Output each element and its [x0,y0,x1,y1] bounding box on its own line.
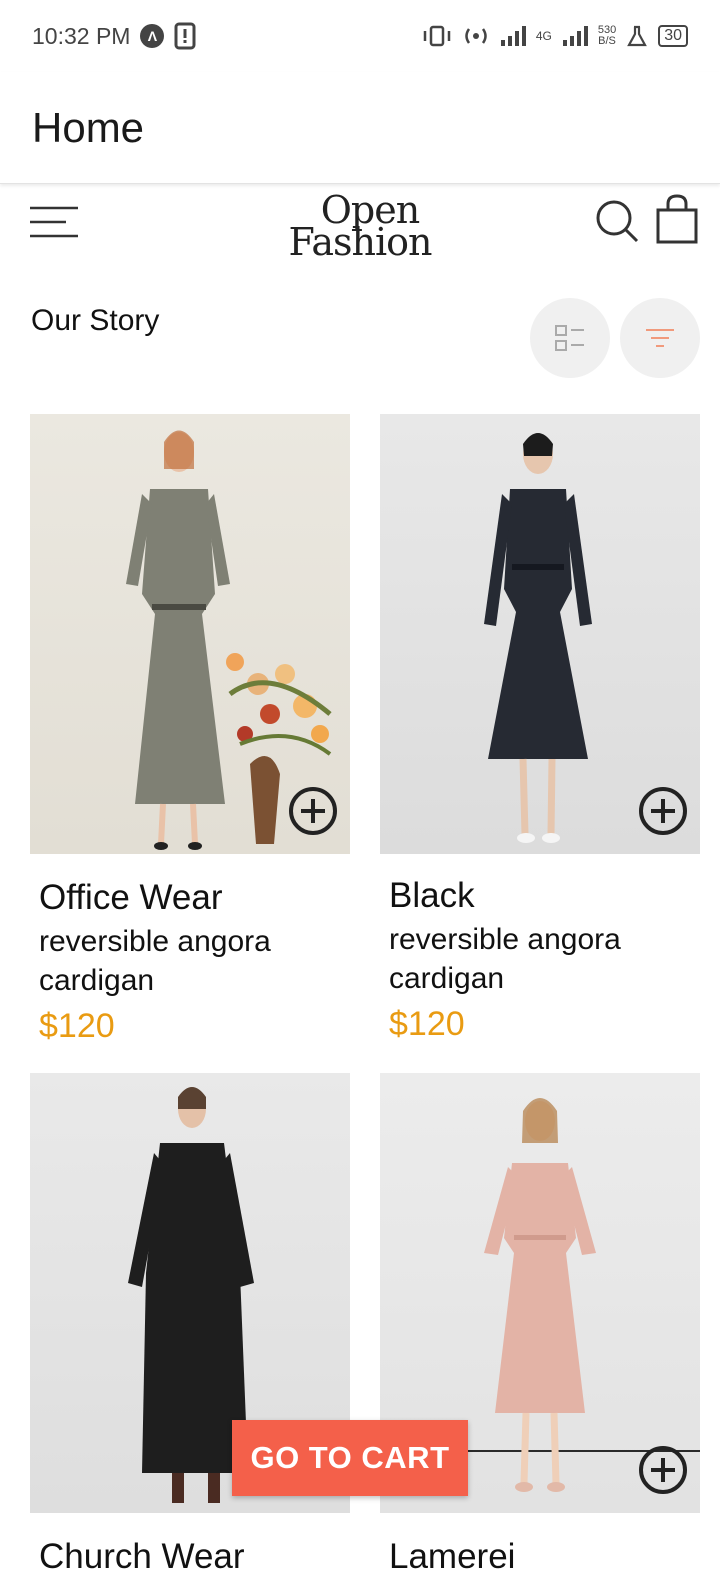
add-to-cart-icon[interactable] [638,786,688,836]
add-to-cart-icon[interactable] [288,786,338,836]
store-header: Open Fashion [0,186,720,276]
network-type: 4G [535,29,552,43]
signal-icon-2 [562,26,588,46]
product-card[interactable]: Black reversible angora cardigan $120 [380,414,700,1044]
status-right: 4G 530 B/S 30 [422,25,688,47]
product-name: Church Wear [39,1537,245,1576]
section-title: Our Story [31,304,160,337]
status-left: 10:32 PM Λ [32,22,196,50]
lab-flask-icon [627,25,648,47]
page-title: Home [32,103,145,151]
go-to-cart-button[interactable]: GO TO CART [232,1420,468,1496]
battery-icon: 30 [658,25,688,47]
product-price: $120 [389,1005,465,1043]
filter-icon [646,329,674,347]
product-image[interactable] [380,414,700,854]
add-to-cart-icon[interactable] [638,1445,688,1495]
product-name: Black [389,876,475,915]
product-name: Lamerei [389,1537,516,1576]
product-description: reversible angora cardigan [39,925,271,997]
product-description: reversible angora cardigan [389,923,621,995]
alert-notification-icon [174,22,196,50]
product-card[interactable]: Office Wear reversible angora cardigan $… [30,414,350,1046]
status-bar: 10:32 PM Λ 4G 530 B/S 30 [0,0,720,72]
network-speed: 530 B/S [598,25,616,47]
network-speed-unit: B/S [598,35,616,47]
vibrate-icon [423,25,451,47]
shopping-bag-icon[interactable] [654,194,700,244]
product-name: Office Wear [39,878,223,917]
hotspot-icon [465,28,487,44]
product-card[interactable]: Lamerei [380,1073,700,1577]
list-view-button[interactable] [530,298,610,378]
app-notification-icon: Λ [140,24,165,48]
product-card[interactable]: Church Wear [30,1073,350,1577]
product-image[interactable] [30,414,350,854]
list-view-icon [555,325,584,351]
app-bar: Home [0,72,720,184]
product-price: $120 [39,1007,115,1045]
status-time: 10:32 PM [32,22,131,49]
filter-button[interactable] [620,298,700,378]
signal-icon [500,26,526,46]
search-icon[interactable] [594,198,640,244]
